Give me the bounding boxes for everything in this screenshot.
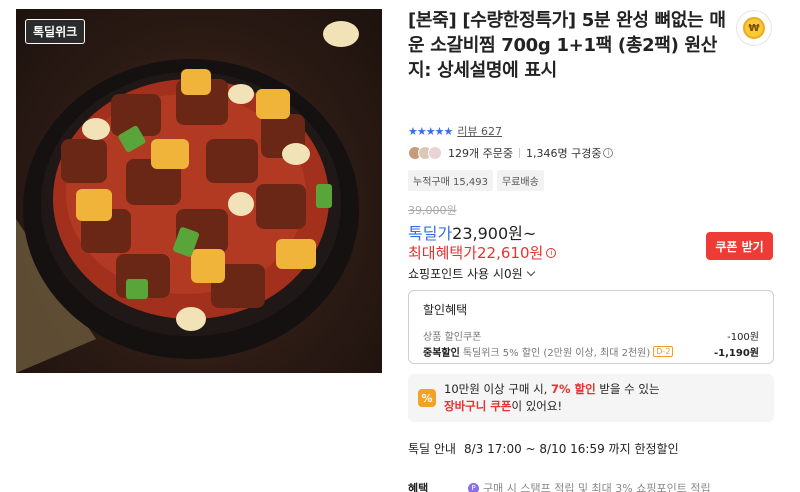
deal-price-value: 23,900원~	[452, 224, 537, 243]
deal-price-label: 톡딜가	[408, 224, 453, 243]
deal-info-label: 톡딜 안내	[408, 442, 456, 456]
shopping-points-label: 쇼핑포인트 사용 시0원	[408, 267, 523, 281]
original-price: 39,000원	[408, 204, 457, 217]
benefit-value: 구매 시 스탬프 적립 및 최대 3% 쇼핑포인트 적립	[483, 482, 711, 492]
coupon-download-button[interactable]: 쿠폰 받기	[706, 232, 773, 260]
chevron-down-icon	[526, 267, 535, 277]
promo-text: 10만원 이상 구매 시, 7% 할인 받을 수 있는 장바구니 쿠폰이 있어요…	[444, 381, 660, 415]
stack-discount-label: 중복할인	[423, 347, 460, 359]
promo-text-part: 이 있어요!	[511, 399, 563, 413]
d-day-badge: D-2	[653, 345, 674, 357]
benefit-row: 혜택 P 구매 시 스탬프 적립 및 최대 3% 쇼핑포인트 적립	[408, 480, 711, 492]
max-benefit-price: 최대혜택가 22,610원 i	[408, 242, 557, 263]
point-icon: P	[468, 482, 479, 492]
promo-text-part: 받을 수 있는	[595, 382, 660, 396]
deal-info-row: 톡딜 안내 8/3 17:00 ~ 8/10 16:59 까지 한정할인	[408, 440, 679, 457]
max-benefit-label: 최대혜택가	[408, 244, 478, 262]
deal-price: 톡딜가23,900원~	[408, 220, 536, 244]
discount-benefits-box: 할인혜택 상품 할인쿠폰 -100원 중복할인 톡딜위크 5% 할인 (2만원 …	[408, 290, 774, 364]
deal-info-value: 8/3 17:00 ~ 8/10 16:59 까지 한정할인	[464, 442, 679, 456]
discount-amount: -1,190원	[714, 347, 759, 359]
info-icon[interactable]: i	[603, 148, 614, 158]
cart-coupon-promo[interactable]: % 10만원 이상 구매 시, 7% 할인 받을 수 있는 장바구니 쿠폰이 있…	[408, 374, 774, 422]
tag-cumulative-purchases: 누적구매 15,493	[408, 170, 493, 191]
discount-row: 중복할인 톡딜위크 5% 할인 (2만원 이상, 최대 2천원) D-2 -1,…	[423, 343, 759, 359]
divider	[518, 148, 520, 158]
product-image[interactable]: 톡딜위크	[16, 9, 382, 373]
promo-text-part: 10만원 이상 구매 시,	[444, 382, 551, 396]
percent-icon: %	[418, 389, 436, 407]
brand-badge: 톡딜위크	[25, 19, 86, 44]
discount-row: 상품 할인쿠폰 -100원	[423, 327, 759, 343]
product-title: [본죽] [수량한정특가] 5분 완성 뼈없는 매운 소갈비찜 700g 1+1…	[408, 10, 726, 81]
review-link[interactable]: 리뷰 627	[457, 123, 502, 139]
won-coin-icon: ₩	[743, 17, 765, 39]
promo-highlight: 7% 할인	[550, 382, 596, 396]
buyers-row: 129개 주문중 1,346명 구경중 i	[408, 145, 614, 161]
discount-amount: -100원	[727, 331, 759, 343]
rating-row: ★★★★★ 리뷰 627	[408, 123, 502, 139]
ordering-count: 129개 주문중	[448, 147, 513, 160]
braised-short-rib-illustration	[16, 21, 359, 373]
star-rating-icon: ★★★★★	[408, 124, 453, 138]
benefit-label: 혜택	[408, 482, 429, 492]
tag-list: 누적구매 15,493 무료배송	[408, 170, 544, 191]
discount-label: 톡딜위크 5% 할인 (2만원 이상, 최대 2천원)	[462, 347, 651, 359]
viewer-count: 1,346명 구경중	[525, 147, 602, 160]
wish-button[interactable]: ₩	[736, 10, 772, 46]
buyer-avatars	[408, 146, 442, 160]
discount-label: 상품 할인쿠폰	[423, 331, 482, 343]
avatar	[428, 146, 442, 160]
max-benefit-value: 22,610원	[477, 244, 544, 262]
info-icon[interactable]: i	[546, 247, 557, 258]
discount-box-title: 할인혜택	[423, 303, 468, 317]
promo-highlight: 장바구니 쿠폰	[444, 399, 512, 413]
tag-free-shipping: 무료배송	[496, 170, 544, 191]
shopping-points-toggle[interactable]: 쇼핑포인트 사용 시0원	[408, 265, 535, 282]
